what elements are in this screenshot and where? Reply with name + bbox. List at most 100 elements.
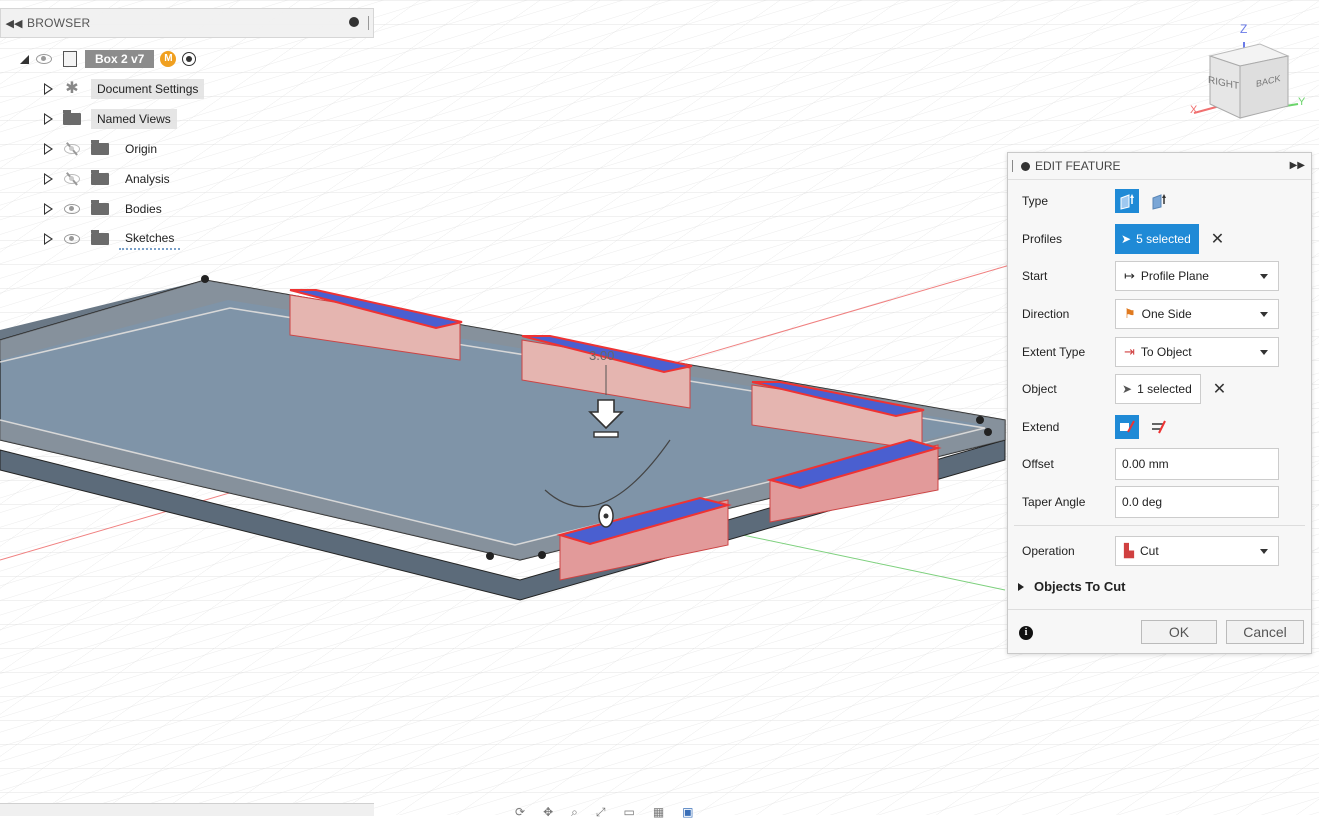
vertex-point — [976, 416, 984, 424]
row-offset: Offset — [1008, 448, 1311, 480]
row-profiles: Profiles ➤ 5 selected ✕ — [1008, 223, 1311, 255]
direction-dropdown[interactable]: ⚑ One Side — [1115, 299, 1279, 329]
browser-item-sketches[interactable]: Sketches — [44, 227, 181, 251]
viewports-icon[interactable]: ▣ — [682, 805, 693, 820]
expand-section-icon[interactable] — [1018, 582, 1024, 591]
type-label: Type — [1022, 194, 1049, 208]
extend-label: Extend — [1022, 420, 1060, 434]
panel-grip-icon[interactable] — [1012, 160, 1013, 172]
extrude-solid-icon — [1120, 194, 1134, 210]
info-icon[interactable]: i — [1019, 626, 1033, 640]
cursor-arrow-icon: ➤ — [1121, 232, 1132, 246]
browser-item-label: Analysis — [125, 172, 170, 186]
clear-profiles-icon[interactable]: ✕ — [1211, 229, 1224, 249]
view-cube-y-label: Y — [1298, 96, 1306, 108]
hidden-eye-icon[interactable] — [63, 142, 81, 156]
chevron-down-icon — [1260, 274, 1268, 279]
browser-item-label: Origin — [125, 142, 158, 156]
row-taper-angle: Taper Angle — [1008, 486, 1311, 518]
view-cube-x-label: X — [1190, 104, 1198, 116]
objects-to-cut-section[interactable]: Objects To Cut — [1018, 579, 1125, 594]
expand-triangle-icon[interactable] — [44, 173, 53, 185]
reference-badge-icon: M — [160, 51, 177, 67]
chevron-down-icon — [1260, 549, 1268, 554]
expand-triangle-icon[interactable] — [44, 113, 53, 125]
start-label: Start — [1022, 269, 1048, 283]
chevron-down-icon — [1260, 350, 1268, 355]
hidden-eye-icon[interactable] — [63, 172, 81, 186]
extend-minimum-button[interactable] — [1115, 415, 1139, 439]
clear-object-icon[interactable]: ✕ — [1213, 379, 1226, 399]
navigation-toolbar: ⟳ ✥ ⌕ ⤢ ▭ ▦ ▣ — [515, 805, 694, 820]
offset-input[interactable] — [1115, 448, 1279, 480]
cut-operation-icon: ▙ — [1124, 543, 1134, 558]
extent-type-value: To Object — [1140, 345, 1192, 359]
taper-angle-label: Taper Angle — [1022, 495, 1086, 509]
folder-icon — [63, 110, 81, 125]
root-component-label[interactable]: Box 2 v7 — [85, 50, 155, 68]
browser-item-named-views[interactable]: Named Views — [44, 107, 177, 131]
browser-item-analysis[interactable]: Analysis — [44, 167, 176, 191]
taper-angle-input[interactable] — [1115, 486, 1279, 518]
operation-value: Cut — [1140, 544, 1159, 558]
expand-triangle-icon[interactable] — [44, 203, 53, 215]
orbit-icon[interactable]: ⟳ — [515, 805, 525, 820]
direction-value: One Side — [1141, 307, 1192, 321]
object-label: Object — [1022, 382, 1057, 396]
browser-item-document-settings[interactable]: ✱ Document Settings — [44, 77, 205, 101]
start-dropdown[interactable]: ↦ Profile Plane — [1115, 261, 1279, 291]
direction-label: Direction — [1022, 307, 1070, 321]
browser-item-label: Document Settings — [91, 79, 205, 99]
browser-root-node[interactable]: Box 2 v7 M — [20, 47, 197, 71]
chevron-down-icon — [1260, 312, 1268, 317]
comments-panel-stub[interactable] — [0, 803, 374, 816]
collapse-browser-icon[interactable]: ◀◀ — [1, 17, 27, 30]
activate-radio-icon[interactable] — [182, 52, 197, 66]
expand-triangle-icon[interactable] — [20, 54, 29, 64]
pin-icon[interactable] — [349, 17, 359, 27]
visibility-eye-icon[interactable] — [35, 53, 53, 65]
view-cube-z-label: Z — [1240, 22, 1248, 36]
expand-triangle-icon[interactable] — [44, 143, 53, 155]
fit-icon[interactable]: ⤢ — [596, 805, 606, 820]
start-value: Profile Plane — [1140, 269, 1209, 283]
vertex-point — [538, 551, 546, 559]
extent-type-dropdown[interactable]: ⇥ To Object — [1115, 337, 1279, 367]
vertex-point — [201, 275, 209, 283]
extrude-thin-icon — [1152, 194, 1166, 210]
display-settings-icon[interactable]: ▭ — [623, 805, 634, 820]
expand-triangle-icon[interactable] — [44, 83, 53, 95]
profiles-select-button[interactable]: ➤ 5 selected — [1115, 224, 1199, 254]
cancel-button[interactable]: Cancel — [1226, 620, 1304, 644]
zoom-icon[interactable]: ⌕ — [571, 805, 578, 820]
grid-settings-icon[interactable]: ▦ — [653, 805, 664, 820]
object-select-button[interactable]: ➤ 1 selected — [1115, 374, 1201, 404]
visibility-eye-icon[interactable] — [63, 203, 81, 215]
panel-grip-icon[interactable] — [368, 16, 369, 30]
browser-item-origin[interactable]: Origin — [44, 137, 163, 161]
edit-feature-header[interactable]: EDIT FEATURE ▶▶ — [1008, 153, 1311, 180]
collapse-dot-icon[interactable] — [1021, 161, 1030, 171]
objects-to-cut-label: Objects To Cut — [1034, 579, 1126, 594]
ok-button[interactable]: OK — [1141, 620, 1217, 644]
edit-feature-title: EDIT FEATURE — [1035, 159, 1121, 173]
component-icon — [63, 51, 77, 67]
operation-dropdown[interactable]: ▙ Cut — [1115, 536, 1279, 566]
folder-icon — [91, 200, 109, 215]
browser-item-bodies[interactable]: Bodies — [44, 197, 168, 221]
folder-icon — [91, 230, 109, 245]
extrude-one-side-type-button[interactable] — [1115, 189, 1139, 213]
extend-maximum-button[interactable] — [1147, 415, 1171, 439]
view-cube[interactable]: Z RIGHT BACK X Y — [1170, 20, 1319, 130]
extrude-thin-type-button[interactable] — [1147, 189, 1171, 213]
dimension-label[interactable]: 3.00 — [589, 348, 614, 363]
browser-header[interactable]: ◀◀ BROWSER — [0, 8, 374, 38]
visibility-eye-icon[interactable] — [63, 233, 81, 245]
profiles-label: Profiles — [1022, 232, 1063, 246]
pan-icon[interactable]: ✥ — [543, 805, 553, 820]
expand-triangle-icon[interactable] — [44, 233, 53, 245]
browser-title: BROWSER — [27, 16, 91, 30]
row-extend: Extend — [1008, 411, 1311, 443]
expand-panel-icon[interactable]: ▶▶ — [1290, 160, 1305, 171]
row-operation: Operation ▙ Cut — [1008, 535, 1311, 567]
